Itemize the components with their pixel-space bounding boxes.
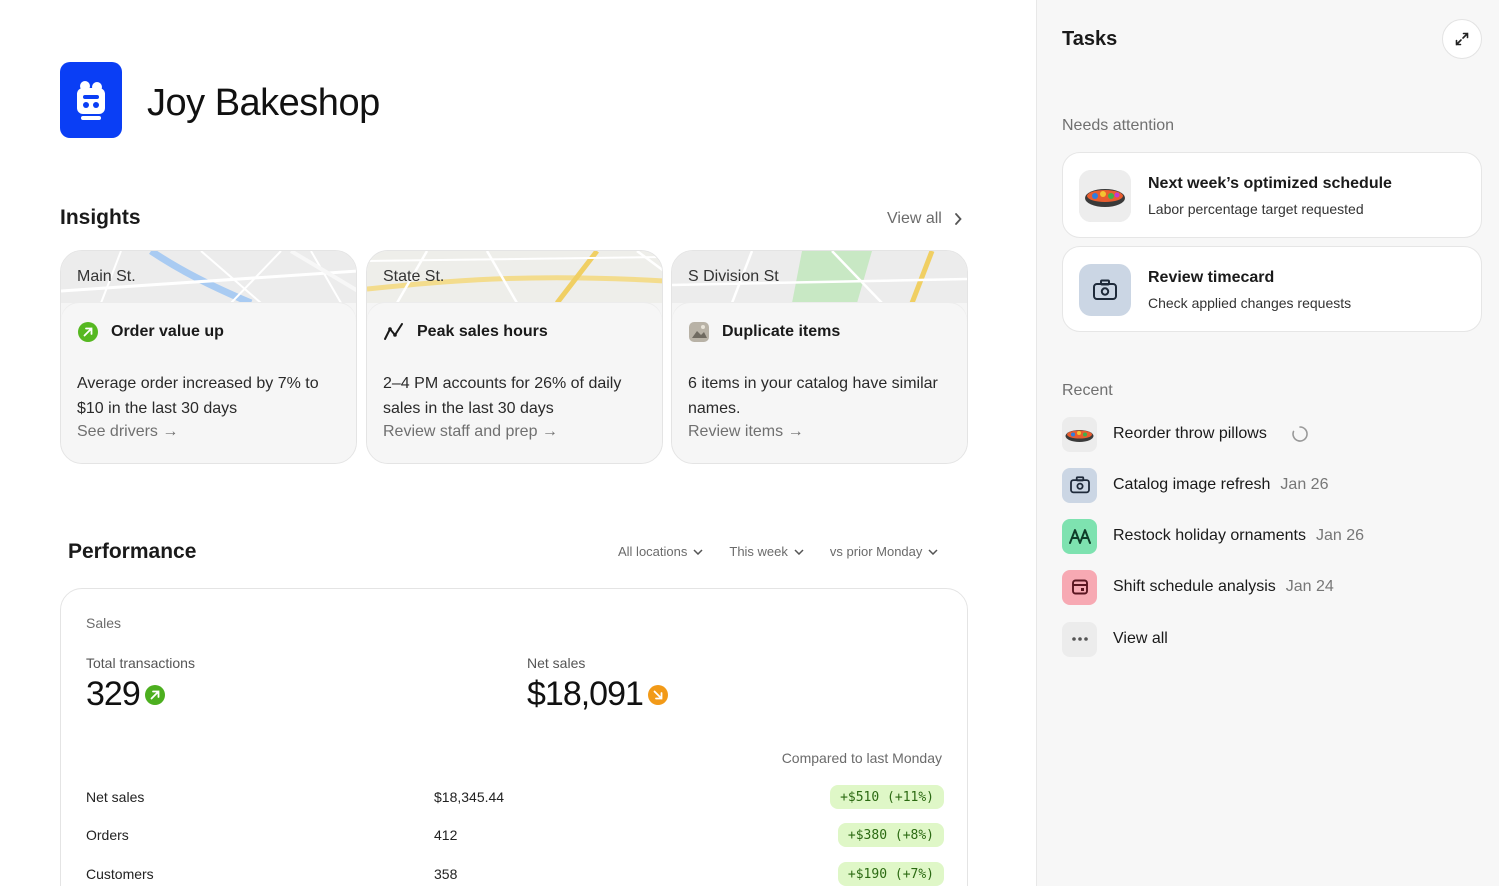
- row-name: Orders: [86, 827, 129, 843]
- performance-filters: All locations This week vs prior Monday: [618, 544, 938, 559]
- task-card-review-timecard[interactable]: Review timecard Check applied changes re…: [1062, 246, 1482, 332]
- card-description: 2–4 PM accounts for 26% of daily sales i…: [383, 375, 622, 417]
- recent-item-shift-analysis[interactable]: Shift schedule analysis Jan 24: [1062, 569, 1334, 605]
- row-delta-badge: +$190 (+7%): [837, 862, 944, 886]
- table-row: Net sales $18,345.44 +$510 (+11%): [86, 785, 944, 809]
- view-all-label: View all: [887, 210, 942, 227]
- camera-icon: [1079, 264, 1131, 316]
- chevron-down-icon: [794, 548, 804, 555]
- filter-label: vs prior Monday: [829, 544, 923, 559]
- recent-item-reorder-pillows[interactable]: Reorder throw pillows: [1062, 416, 1309, 452]
- recent-item-date: Jan 24: [1285, 578, 1334, 595]
- insight-cards: Main St. Order value up Average order in…: [60, 250, 968, 464]
- needs-attention-label: Needs attention: [1062, 117, 1175, 134]
- review-staff-link[interactable]: Review staff and prep →: [383, 423, 558, 441]
- table-row: Customers 358 +$190 (+7%): [86, 862, 944, 886]
- card-description: Average order increased by 7% to $10 in …: [77, 375, 319, 417]
- chevron-down-icon: [693, 548, 703, 555]
- comparison-filter-dropdown[interactable]: vs prior Monday: [830, 544, 938, 559]
- trend-line-icon: [384, 323, 403, 340]
- trend-down-icon: [647, 684, 668, 705]
- filter-label: All locations: [618, 544, 688, 559]
- review-items-link[interactable]: Review items →: [688, 423, 804, 441]
- more-dots-icon: [1062, 621, 1097, 657]
- recent-item-label: Restock holiday ornaments: [1113, 527, 1306, 544]
- task-title: Next week’s optimized schedule: [1148, 175, 1392, 192]
- recent-item-label: Reorder throw pillows: [1113, 425, 1267, 442]
- insight-card-state-st[interactable]: State St. Peak sales hours 2–4 PM accoun…: [366, 250, 663, 464]
- row-value: 412: [434, 827, 458, 843]
- recent-view-all[interactable]: View all: [1062, 621, 1168, 657]
- insight-card-main-st[interactable]: Main St. Order value up Average order in…: [60, 250, 357, 464]
- calendar-icon: [1062, 569, 1097, 605]
- filter-label: This week: [729, 544, 788, 559]
- row-name: Customers: [86, 866, 154, 882]
- sales-card-label: Sales: [86, 615, 122, 631]
- location-filter-dropdown[interactable]: All locations: [618, 544, 703, 559]
- arrow-up-right-circle-icon: [78, 322, 98, 342]
- camera-icon: [1062, 467, 1097, 503]
- table-row: Orders 412 +$380 (+8%): [86, 823, 944, 847]
- insight-card-s-division-st[interactable]: S Division St Duplicate items 6 items in…: [671, 250, 968, 464]
- ornament-icon: [1062, 518, 1097, 554]
- card-body: Peak sales hours 2–4 PM accounts for 26%…: [367, 303, 662, 463]
- insights-view-all-link[interactable]: View all: [887, 210, 962, 228]
- task-subtitle: Labor percentage target requested: [1148, 201, 1364, 217]
- main-content: Joy Bakeshop Insights View all Main St. …: [0, 0, 1036, 886]
- card-location-label: State St.: [383, 268, 445, 285]
- recent-label: Recent: [1062, 382, 1113, 399]
- task-title: Review timecard: [1148, 269, 1275, 286]
- card-body: Order value up Average order increased b…: [61, 303, 356, 463]
- see-drivers-link[interactable]: See drivers →: [77, 423, 178, 441]
- card-heading: Duplicate items: [722, 323, 841, 340]
- tasks-heading: Tasks: [1062, 28, 1118, 50]
- metric-label: Total transactions: [86, 655, 195, 671]
- tasks-sidebar: Tasks Needs attention Next week’s optimi…: [1036, 0, 1499, 886]
- recent-item-date: Jan 26: [1315, 527, 1365, 544]
- expand-button[interactable]: [1442, 19, 1482, 59]
- comparison-caption: Compared to last Monday: [781, 750, 942, 766]
- card-heading: Order value up: [111, 323, 224, 340]
- row-value: 358: [434, 866, 458, 882]
- card-heading: Peak sales hours: [417, 323, 548, 340]
- metric-value: 329: [86, 675, 141, 713]
- recent-item-label: View all: [1113, 630, 1168, 647]
- row-delta-badge: +$510 (+11%): [830, 785, 944, 809]
- loading-spinner-icon: [1292, 426, 1308, 442]
- row-delta-badge: +$380 (+8%): [837, 823, 944, 847]
- performance-heading: Performance: [68, 540, 197, 563]
- business-name: Joy Bakeshop: [147, 82, 380, 124]
- recent-item-label: Catalog image refresh: [1113, 476, 1271, 493]
- row-value: $18,345.44: [434, 789, 505, 805]
- card-description: 6 items in your catalog have similar nam…: [688, 375, 938, 417]
- chevron-right-icon: [954, 213, 962, 225]
- card-location-label: Main St.: [77, 268, 136, 285]
- trend-up-icon: [144, 684, 165, 705]
- card-location-label: S Division St: [688, 268, 779, 285]
- task-card-optimized-schedule[interactable]: Next week’s optimized schedule Labor per…: [1062, 152, 1482, 238]
- insights-heading: Insights: [60, 206, 141, 229]
- card-body: Duplicate items 6 items in your catalog …: [672, 303, 967, 463]
- recent-item-date: Jan 26: [1280, 476, 1329, 493]
- metric-value: $18,091: [527, 675, 644, 713]
- metric-net-sales: Net sales $18,091: [527, 655, 669, 714]
- task-subtitle: Check applied changes requests: [1148, 295, 1352, 311]
- chevron-down-icon: [928, 548, 938, 555]
- colorful-bowl-icon: [1079, 170, 1131, 222]
- expand-icon: [1455, 32, 1469, 46]
- colorful-bowl-icon: [1062, 416, 1097, 452]
- sales-card: Sales Total transactions 329 Net sales $…: [60, 588, 968, 886]
- catalog-image-icon: [689, 322, 709, 342]
- bakeshop-logo-icon: [60, 62, 122, 138]
- recent-item-label: Shift schedule analysis: [1113, 578, 1276, 595]
- recent-item-restock-ornaments[interactable]: Restock holiday ornaments Jan 26: [1062, 518, 1364, 554]
- recent-item-catalog-refresh[interactable]: Catalog image refresh Jan 26: [1062, 467, 1328, 503]
- metric-label: Net sales: [527, 655, 586, 671]
- row-name: Net sales: [86, 789, 145, 805]
- metric-total-transactions: Total transactions 329: [86, 655, 195, 714]
- period-filter-dropdown[interactable]: This week: [729, 544, 804, 559]
